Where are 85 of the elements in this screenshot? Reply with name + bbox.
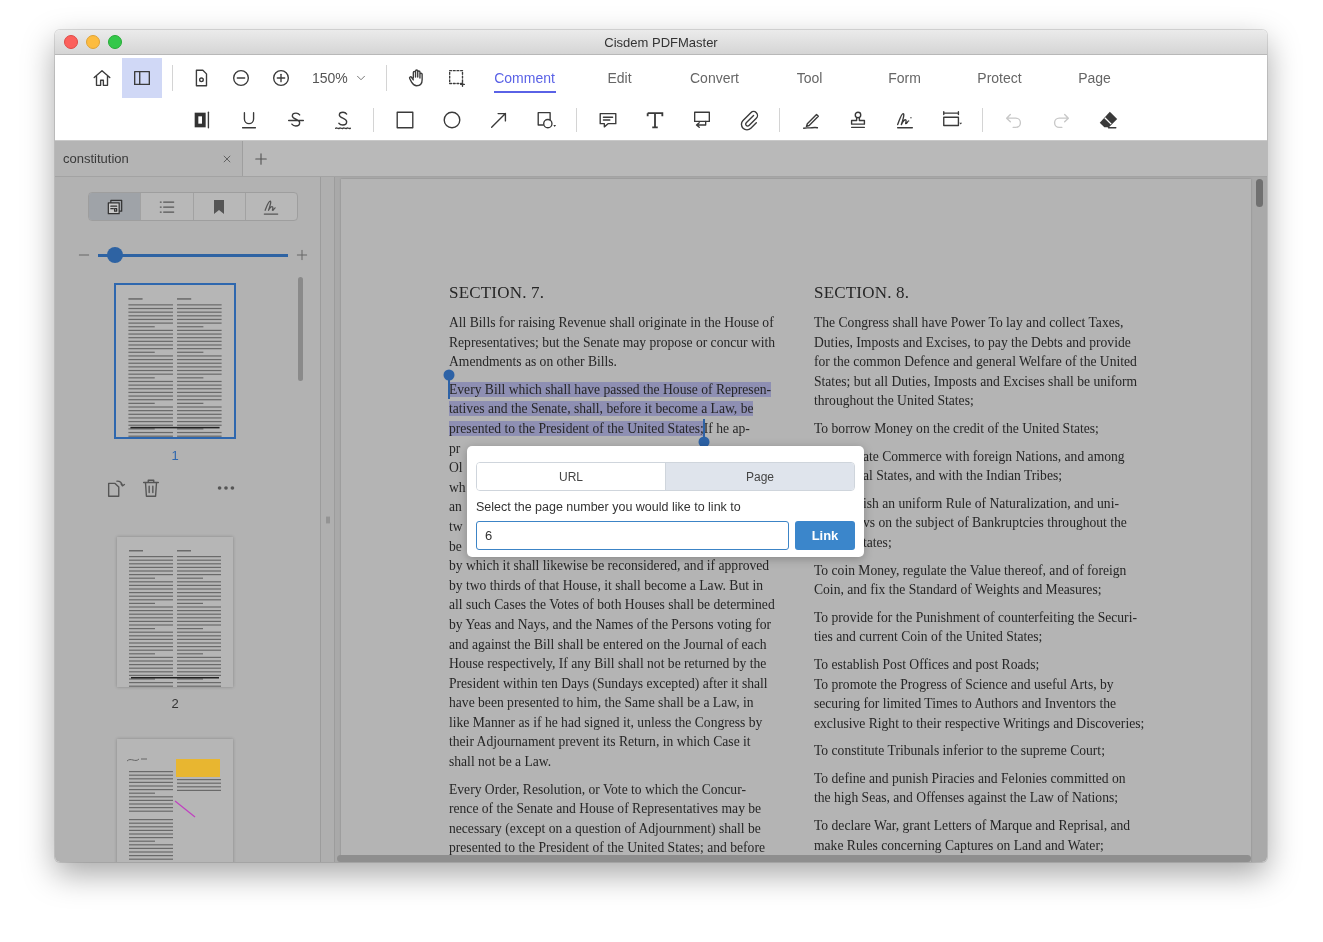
text-line: States; but all Duties, Imposts and Excises shall be uniform bbox=[814, 373, 1138, 389]
toolbar-tab[interactable]: Tool bbox=[762, 58, 857, 98]
text-line: To provide for the Punishment of counterfeiting the Securi- bbox=[814, 609, 1137, 625]
text-line: necessary (except on a question of Adjournment) shall be bbox=[449, 820, 761, 836]
text-line: ate Commerce with foreign Nations, and among bbox=[863, 448, 1125, 464]
text-line: wh bbox=[449, 479, 466, 495]
text-line: pr bbox=[449, 440, 461, 456]
text-line: House respectively, If any Bill shall not be returned by the bbox=[449, 656, 767, 672]
text-line: an bbox=[449, 499, 462, 515]
text-line: All Bills for raising Revenue shall originate in the House of bbox=[449, 315, 774, 330]
scrollbar[interactable] bbox=[1256, 179, 1263, 207]
page-number: 1 bbox=[171, 448, 179, 463]
text-line: by which it shall likewise be reconsidered, and if approved bbox=[449, 558, 770, 574]
prompt-text: Select the page number you would like to link to bbox=[476, 500, 741, 514]
text-line: Every Order, Resolution, or Vote to which the Concur- bbox=[449, 781, 746, 797]
text-line: Coin, and fix the Standard of Weights and Measures; bbox=[814, 582, 1102, 598]
text-line: by Yeas and Nays, and the Names of the Persons voting for bbox=[449, 616, 772, 632]
text-line: exclusive Right to their respective Writings and Discoveries; bbox=[814, 715, 1145, 731]
window-title: Cisdem PDFMaster bbox=[604, 34, 718, 50]
text-line: Representatives; but the Senate may propose or concur with bbox=[449, 334, 776, 350]
link-type-tab[interactable]: Page bbox=[665, 463, 854, 490]
text-line: Ol bbox=[449, 460, 463, 476]
toolbar-tab[interactable]: Protect bbox=[952, 58, 1047, 98]
scrollbar[interactable] bbox=[337, 855, 1251, 862]
text-line: and against the Bill shall be entered on the Journal of each bbox=[449, 636, 767, 652]
toolbar-tab[interactable]: Convert bbox=[667, 58, 762, 98]
toolbar-tab[interactable]: Page bbox=[1047, 58, 1142, 98]
text-line: shall not be a Law. bbox=[449, 754, 552, 770]
text-line: vs on the subject of Bankruptcies throughout the bbox=[863, 515, 1127, 531]
selected-text: Every Bill which shall have passed the House of Represen- bbox=[449, 381, 771, 397]
text-line: like Manner as if he had signed it, unless the Congress by bbox=[449, 714, 763, 730]
text-line: for the common Defence and general Welfare of the United bbox=[814, 354, 1137, 370]
text-line: ish an uniform Rule of Naturalization, and uni- bbox=[863, 495, 1119, 511]
text-line: The Congress shall have Power To lay and collect Taxes, bbox=[814, 315, 1124, 330]
text-line: tates; bbox=[863, 534, 892, 550]
trash-icon[interactable] bbox=[140, 477, 162, 499]
text-line: To declare War, grant Letters of Marque and Reprisal, and bbox=[814, 818, 1131, 834]
text-line: rence of the Senate and House of Representatives may be bbox=[449, 801, 762, 817]
page-thumbnail[interactable] bbox=[117, 537, 233, 687]
toolbar-tab[interactable]: Edit bbox=[572, 58, 667, 98]
link-button[interactable]: Link bbox=[795, 521, 855, 550]
home-icon bbox=[91, 67, 113, 89]
text-line: throughout the United States; bbox=[814, 393, 974, 409]
toolbar-tab[interactable]: Form bbox=[857, 58, 952, 98]
section-heading: SECTION. 7. bbox=[449, 282, 546, 304]
selected-text: presented to the President of the United States; bbox=[449, 420, 704, 436]
scrollbar[interactable] bbox=[298, 277, 303, 381]
text-line: al States, and with the Indian Tribes; bbox=[863, 468, 1062, 484]
text-line: their Adjournament prevent its Return, in which Case it bbox=[449, 734, 751, 750]
sidebar-toggle-button[interactable] bbox=[122, 58, 162, 98]
text-line: be bbox=[449, 538, 462, 554]
text-line: To coin Money, regulate the Value thereof, and of foreign bbox=[814, 562, 1127, 578]
selection-box-icon bbox=[446, 67, 468, 89]
text-line: ties and current Coin of the United States; bbox=[814, 629, 1043, 645]
text-line: by two thirds of that House, it shall become a Law. But in bbox=[449, 577, 763, 593]
text-line: all such Cases the Votes of both Houses shall be determined bbox=[449, 597, 775, 613]
text-line: If he ap- bbox=[703, 420, 750, 436]
text-line: the high Seas, and Offenses against the Law of Nations; bbox=[814, 790, 1119, 806]
text-line: Duties, Imposts and Excises, to pay the Debts and provide bbox=[814, 334, 1131, 350]
text-line: To establish Post Offices and post Roads; bbox=[814, 656, 1040, 672]
page-thumbnail[interactable] bbox=[114, 283, 236, 439]
close-window-button[interactable] bbox=[64, 35, 78, 49]
text-line: presented to the President of the United States; and before bbox=[449, 840, 765, 856]
page-number: 2 bbox=[171, 696, 179, 711]
text-line: To borrow Money on the credit of the United States; bbox=[814, 420, 1099, 436]
page-thumbnail[interactable] bbox=[117, 739, 233, 862]
zoom-in-icon bbox=[270, 67, 292, 89]
text-line: have been presented to him, the Same shall be a Law, in bbox=[449, 695, 754, 711]
document-tab[interactable]: constitution bbox=[55, 141, 243, 176]
text-line: To promote the Progress of Science and useful Arts, by bbox=[814, 676, 1114, 692]
page-number-field[interactable]: 6 bbox=[476, 521, 789, 550]
slider-thumb[interactable] bbox=[107, 247, 124, 263]
text-line: Amendments as on other Bills. bbox=[449, 354, 618, 370]
thumbnails-tab[interactable] bbox=[89, 193, 142, 220]
text-line: President within ten Days (Sundays excepted) after it shall bbox=[449, 675, 768, 691]
zoom-dropdown[interactable]: 150% bbox=[309, 63, 371, 93]
selected-text: tatives and the Senate, shall, before it become a Law, be bbox=[449, 401, 754, 417]
rotate-page-icon[interactable] bbox=[105, 477, 127, 499]
text-line: To constitute Tribunals inferior to the supreme Court; bbox=[814, 743, 1105, 759]
text-line: make Rules concerning Captures on Land and Water; bbox=[814, 837, 1104, 853]
zoom-out-icon bbox=[230, 67, 252, 89]
text-line: To define and punish Piracies and Felonies committed on bbox=[814, 770, 1126, 786]
text-line: tw bbox=[449, 518, 463, 534]
text-line: securing for limited Times to Authors and Inventors the bbox=[814, 696, 1117, 712]
section-heading: SECTION. 8. bbox=[814, 282, 911, 304]
